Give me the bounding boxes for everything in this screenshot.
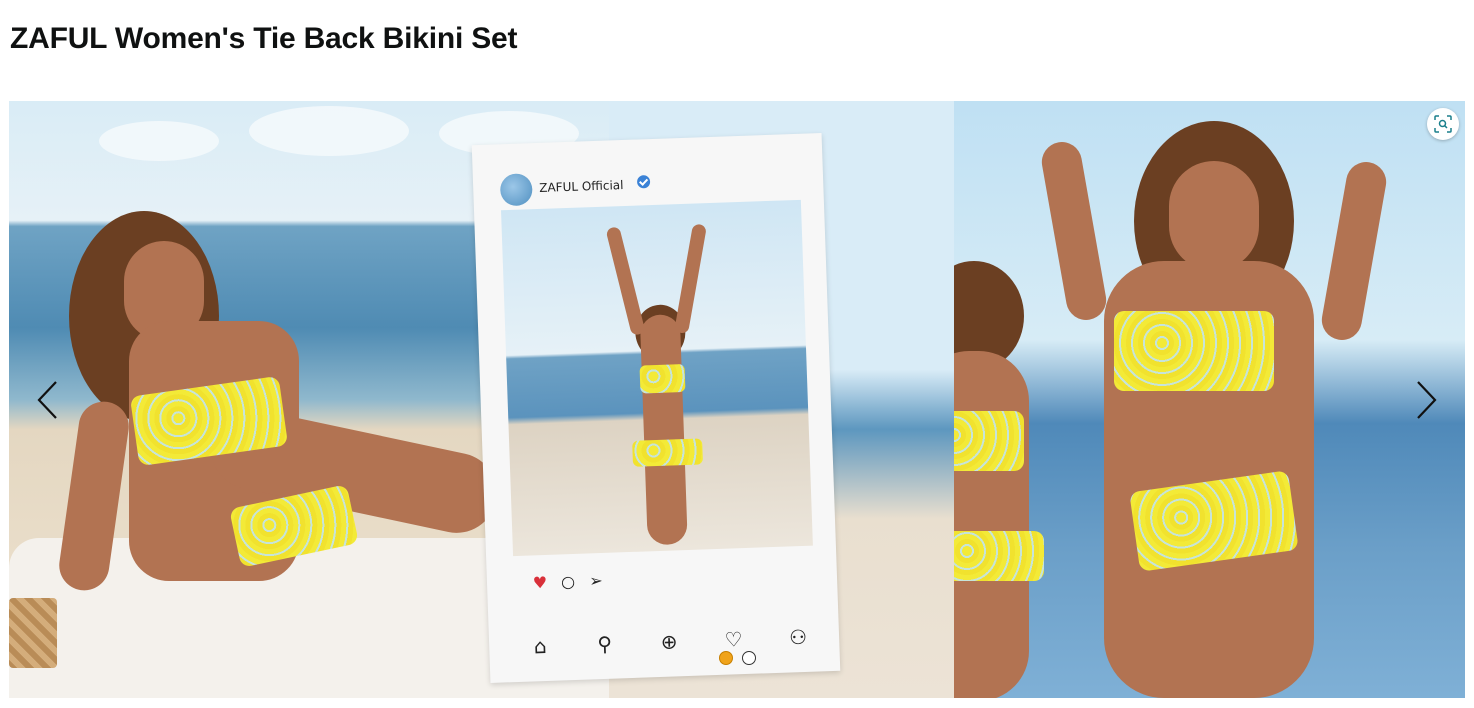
account-name: ZAFUL Official bbox=[539, 178, 624, 195]
zoom-icon bbox=[1434, 115, 1452, 133]
chevron-right-icon bbox=[1417, 381, 1437, 419]
account-avatar bbox=[499, 173, 533, 207]
send-icon: ➢ bbox=[588, 570, 604, 591]
carousel-dot-1[interactable] bbox=[719, 651, 733, 665]
zoom-button[interactable] bbox=[1427, 108, 1459, 140]
product-photo-right bbox=[954, 101, 1465, 698]
add-icon: ⊕ bbox=[660, 629, 678, 654]
app-nav-bar: ⌂ ⚲ ⊕ ♡ ⚇ bbox=[529, 624, 810, 659]
home-icon: ⌂ bbox=[533, 633, 548, 659]
previous-image-button[interactable] bbox=[36, 380, 60, 420]
product-title: ZAFUL Women's Tie Back Bikini Set bbox=[10, 22, 518, 55]
carousel-pagination bbox=[719, 651, 756, 665]
post-photo bbox=[501, 199, 813, 557]
product-image-carousel[interactable]: ZAFUL Official ♥ ○ ➢ ⌂ ⚲ ⊕ ♡ ⚇ bbox=[9, 101, 1465, 698]
profile-icon: ⚇ bbox=[788, 624, 808, 650]
heart-outline-icon: ♡ bbox=[724, 627, 744, 652]
comment-icon: ○ bbox=[560, 571, 576, 592]
social-post-card: ZAFUL Official ♥ ○ ➢ ⌂ ⚲ ⊕ ♡ ⚇ bbox=[471, 133, 841, 683]
carousel-dot-2[interactable] bbox=[742, 651, 756, 665]
search-icon: ⚲ bbox=[596, 631, 613, 657]
chevron-left-icon bbox=[37, 381, 57, 419]
verified-badge-icon bbox=[636, 175, 651, 189]
post-actions: ♥ ○ ➢ bbox=[532, 570, 605, 593]
heart-icon: ♥ bbox=[532, 572, 548, 593]
next-image-button[interactable] bbox=[1414, 380, 1438, 420]
